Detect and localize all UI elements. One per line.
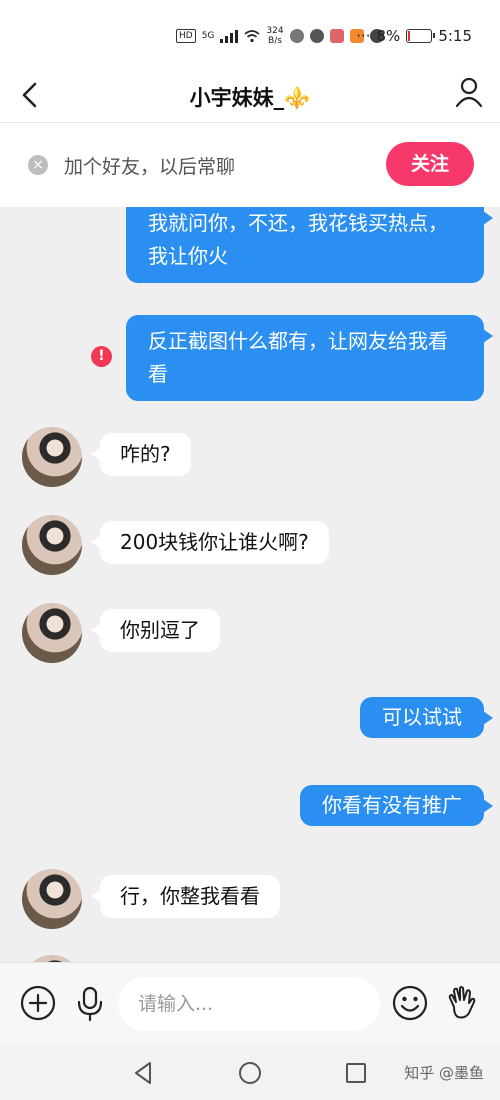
wifi-icon xyxy=(244,29,260,42)
add-friend-banner: × 加个好友，以后常聊 关注 xyxy=(0,122,500,207)
avatar[interactable] xyxy=(22,515,82,575)
signal-icon xyxy=(220,29,239,43)
network-speed: 324 B/s xyxy=(266,26,283,46)
wave-hand-icon[interactable] xyxy=(442,983,482,1023)
more-dots-icon: ··· xyxy=(356,27,371,45)
message-input-bar xyxy=(0,962,500,1045)
avatar[interactable] xyxy=(22,427,82,487)
message-text: 我就问你，不还，我花钱买热点，我让你火 xyxy=(148,211,448,268)
close-icon[interactable]: × xyxy=(28,155,48,175)
clock: 5:15 xyxy=(438,27,472,45)
wechat-icon xyxy=(309,29,324,43)
status-bar: HD 5G 324 B/s ··· 8% 5:15 xyxy=(0,0,500,70)
message-bubble-incoming[interactable]: 200块钱你让谁火啊? xyxy=(91,521,329,564)
chat-title: 小宇妹妹_⚜️ xyxy=(189,86,311,110)
plus-icon[interactable] xyxy=(18,983,58,1023)
microphone-icon[interactable] xyxy=(70,983,110,1023)
watermark: 知乎 @墨鱼 xyxy=(404,1064,484,1082)
speed-unit: B/s xyxy=(268,36,282,46)
message-text: 你别逗了 xyxy=(120,618,200,642)
message-bubble-outgoing[interactable]: 反正截图什么都有，让网友给我看看 xyxy=(126,315,493,401)
nav-back-icon[interactable] xyxy=(131,1060,157,1086)
message-bubble-outgoing[interactable]: 我就问你，不还，我花钱买热点，我让你火 xyxy=(126,207,493,283)
nav-home-icon[interactable] xyxy=(237,1060,263,1086)
hd-badge: HD xyxy=(176,29,196,43)
avatar[interactable] xyxy=(22,869,82,929)
battery-icon xyxy=(406,29,436,43)
system-nav-bar: 知乎 @墨鱼 xyxy=(0,1044,500,1100)
nav-recent-apps-icon[interactable] xyxy=(343,1060,369,1086)
status-right: ··· 8% 5:15 xyxy=(356,27,472,45)
profile-icon[interactable] xyxy=(452,75,486,109)
message-bubble-incoming[interactable]: 行，你整我看看 xyxy=(91,875,280,918)
message-text: 反正截图什么都有，让网友给我看看 xyxy=(148,329,448,386)
message-text: 你看有没有推广 xyxy=(322,793,462,817)
message-text: 行，你整我看看 xyxy=(120,884,260,908)
avatar[interactable] xyxy=(22,603,82,663)
message-bubble-outgoing[interactable]: 你看有没有推广 xyxy=(300,785,493,826)
speed-value: 324 xyxy=(266,26,284,36)
message-text: 可以试试 xyxy=(382,705,462,729)
message-text: 咋的? xyxy=(120,442,171,466)
message-app-icon xyxy=(329,29,344,43)
send-failed-icon[interactable]: ! xyxy=(91,346,112,367)
battery-percent: 8% xyxy=(376,27,401,45)
chat-header: 小宇妹妹_⚜️ xyxy=(0,70,500,122)
message-input[interactable] xyxy=(118,977,380,1031)
message-bubble-incoming[interactable]: 咋的? xyxy=(91,433,191,476)
add-friend-text: 加个好友，以后常聊 xyxy=(64,156,236,178)
message-bubble-incoming[interactable]: 你别逗了 xyxy=(91,609,220,652)
follow-button[interactable]: 关注 xyxy=(386,142,474,186)
chat-message-list[interactable]: 我就问你，不还，我花钱买热点，我让你火 ! 反正截图什么都有，让网友给我看看 咋… xyxy=(0,207,500,962)
message-bubble-outgoing[interactable]: 可以试试 xyxy=(360,697,493,738)
message-text: 200块钱你让谁火啊? xyxy=(120,530,309,554)
network-label: 5G xyxy=(201,31,215,41)
status-left: HD 5G 324 B/s xyxy=(176,26,384,46)
avatar[interactable] xyxy=(22,955,82,962)
emoji-icon[interactable] xyxy=(390,983,430,1023)
app-notification-icon xyxy=(289,29,304,43)
